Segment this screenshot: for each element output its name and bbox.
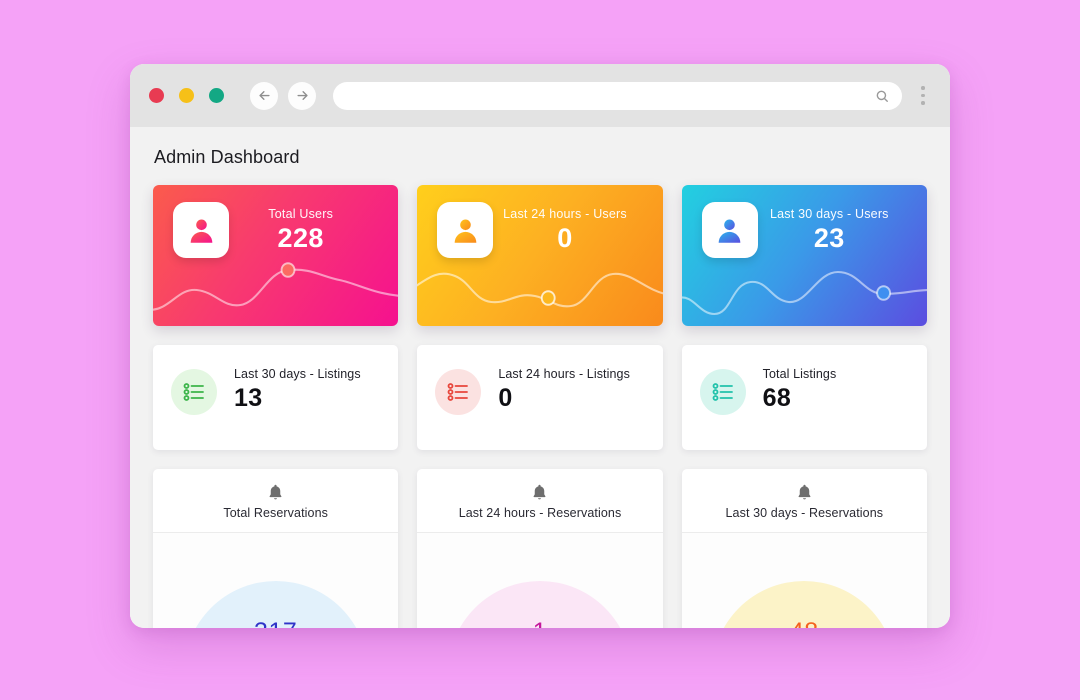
sparkline-chart: [153, 262, 399, 311]
list-icon: [447, 383, 469, 401]
stat-card-last-30-days-listings[interactable]: Last 30 days - Listings 13: [153, 345, 399, 450]
search-icon[interactable]: [875, 89, 889, 103]
user-icon: [718, 219, 741, 243]
arrow-right-icon: [296, 91, 308, 100]
stat-card-last-24-hours-users[interactable]: Last 24 hours - Users 0: [417, 185, 663, 326]
browser-toolbar: [130, 64, 950, 127]
page-title: Admin Dashboard: [154, 147, 300, 167]
arrow-left-icon: [258, 91, 270, 100]
user-icon: [190, 219, 212, 243]
close-window-button[interactable]: [149, 88, 164, 103]
dashboard-page: Admin Dashboard Total Users 228 Last 24 …: [130, 127, 950, 628]
list-icon-badge: [171, 369, 217, 415]
stat-value: 48: [682, 618, 927, 628]
reservation-stats-row: Total Reservations 317 Last 24 hours - R…: [153, 469, 927, 628]
bell-icon: [534, 484, 546, 500]
stat-label: Last 30 days - Reservations: [725, 506, 884, 520]
stat-label: Last 24 hours - Reservations: [458, 506, 622, 520]
listing-stats-row: Last 30 days - Listings 13 Last 24 hours…: [153, 345, 927, 450]
bell-icon: [269, 484, 282, 500]
address-bar[interactable]: [333, 81, 902, 110]
kebab-menu-icon[interactable]: [912, 86, 934, 105]
stat-card-last-30-days-reservations[interactable]: Last 30 days - Reservations 48: [681, 469, 927, 628]
window-controls: [149, 88, 224, 103]
sparkline-chart: [417, 272, 663, 308]
stat-value: 13: [234, 384, 263, 412]
bell-icon: [798, 484, 811, 500]
stat-card-total-listings[interactable]: Total Listings 68: [681, 345, 927, 450]
stat-value: 0: [498, 384, 513, 412]
stat-card-last-30-days-users[interactable]: Last 30 days - Users 23: [681, 185, 927, 326]
stat-card-last-24-hours-reservations[interactable]: Last 24 hours - Reservations 1: [417, 469, 663, 628]
back-button[interactable]: [250, 81, 278, 110]
stat-label: Last 24 hours - Users: [503, 206, 627, 221]
stat-card-total-reservations[interactable]: Total Reservations 317: [153, 469, 399, 628]
stat-label: Total Listings: [762, 367, 837, 381]
stat-label: Last 30 days - Listings: [234, 367, 361, 381]
list-icon: [712, 383, 733, 401]
stat-label: Last 24 hours - Listings: [498, 367, 630, 381]
sparkline-chart: [681, 270, 927, 316]
minimize-window-button[interactable]: [179, 88, 194, 103]
stat-value: 1: [417, 618, 662, 628]
user-stats-row: Total Users 228 Last 24 hours - Users 0 …: [153, 185, 927, 326]
stat-label: Total Users: [268, 206, 334, 221]
list-icon: [183, 383, 204, 401]
maximize-window-button[interactable]: [209, 88, 224, 103]
forward-button[interactable]: [288, 81, 316, 110]
browser-window: Admin Dashboard Total Users 228 Last 24 …: [130, 64, 950, 628]
navigation-buttons: [250, 81, 316, 110]
stat-value: 68: [762, 384, 792, 412]
list-icon-badge: [699, 369, 746, 415]
user-icon: [454, 219, 477, 243]
stat-label: Total Reservations: [223, 506, 328, 520]
stat-value: 317: [153, 618, 398, 628]
stat-label: Last 30 days - Users: [770, 206, 889, 221]
stat-card-last-24-hours-listings[interactable]: Last 24 hours - Listings 0: [417, 345, 663, 450]
list-icon-badge: [435, 369, 482, 415]
stat-card-total-users[interactable]: Total Users 228: [153, 185, 399, 326]
